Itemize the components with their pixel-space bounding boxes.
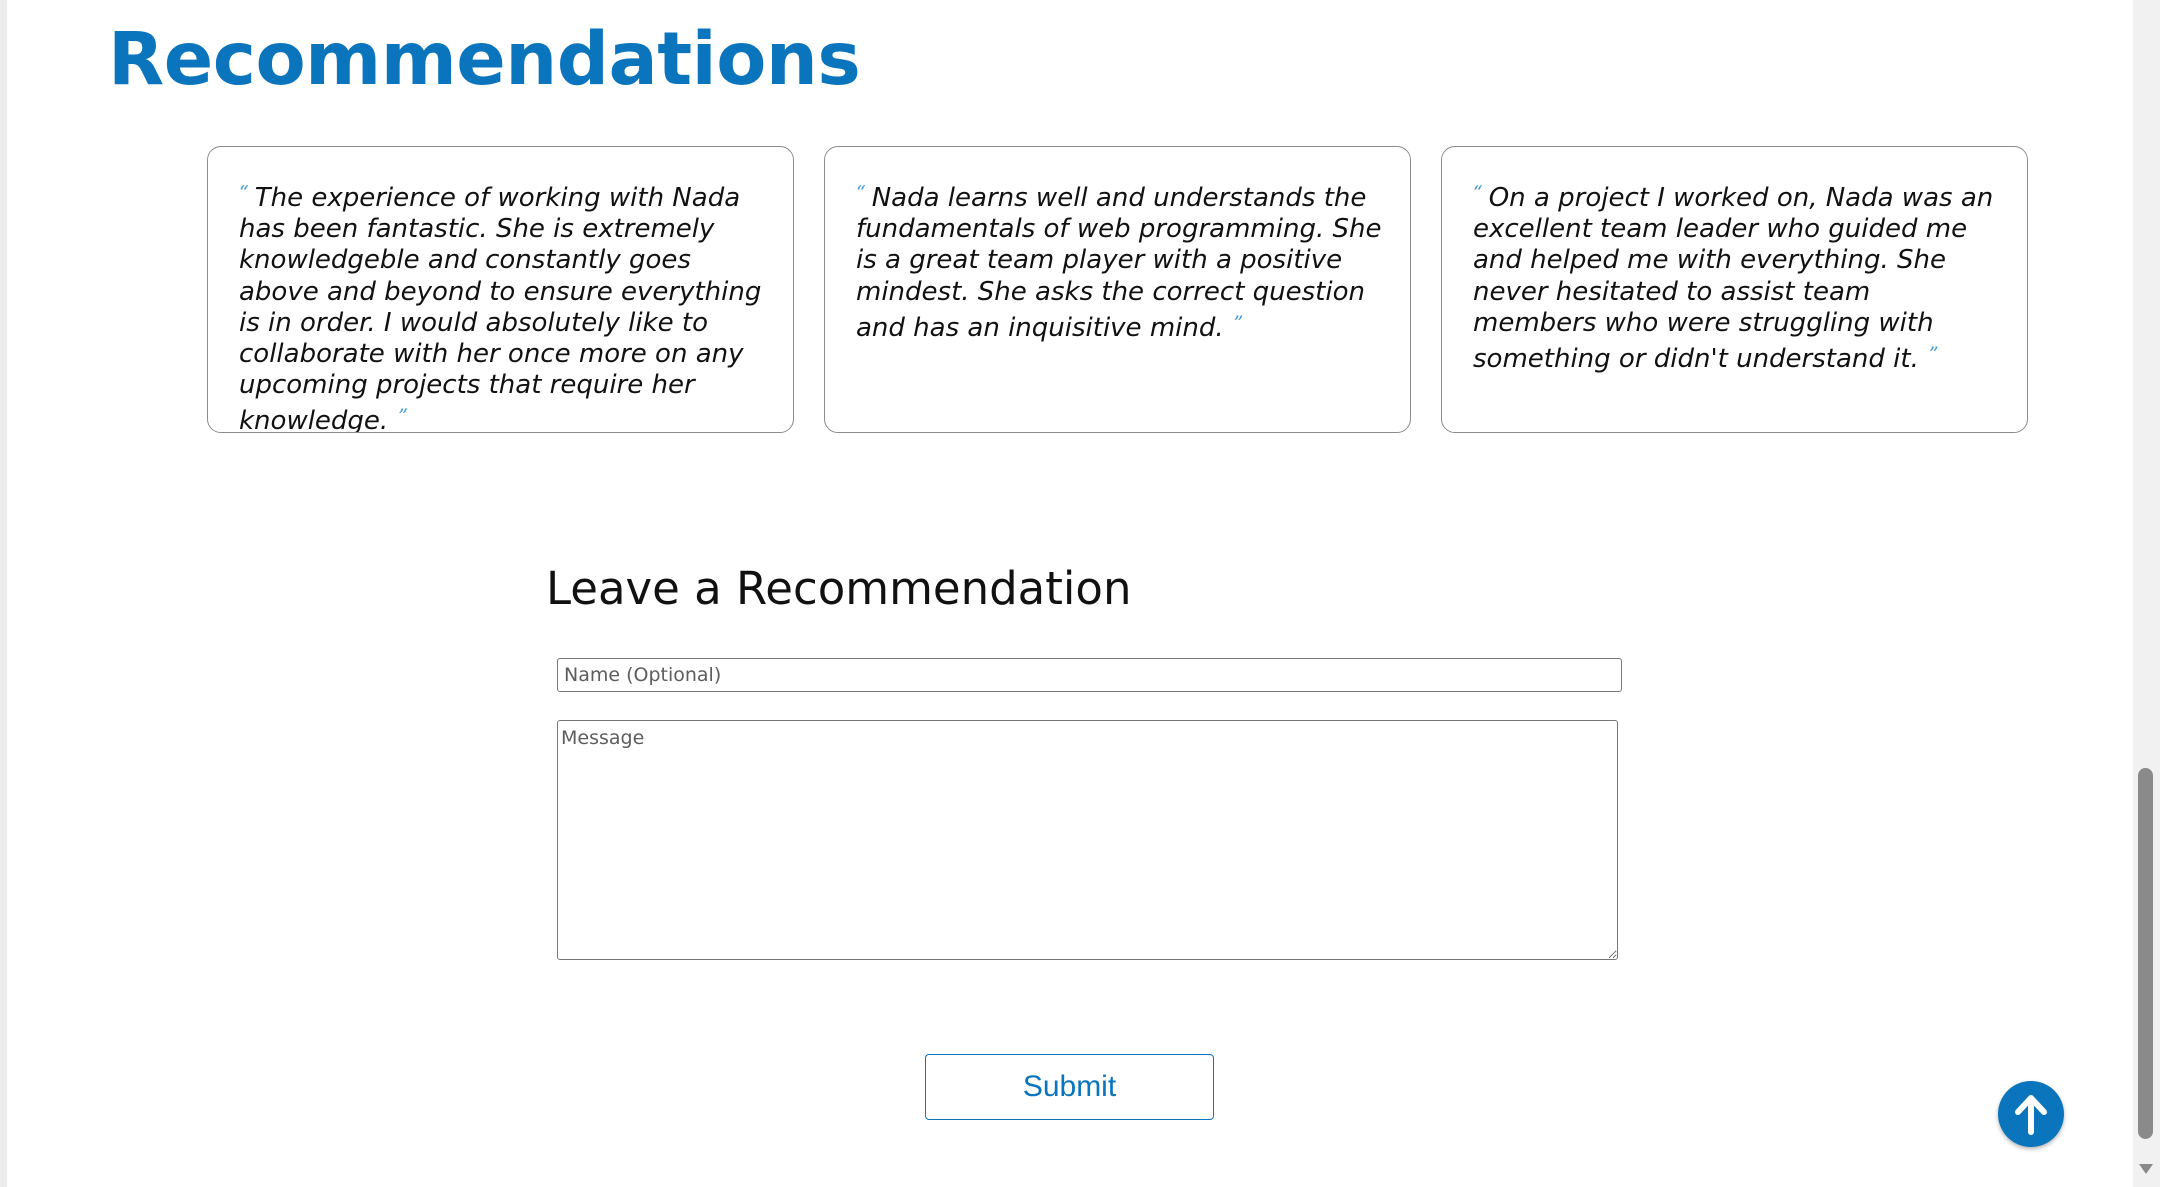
close-quote-icon: ”	[1233, 311, 1244, 334]
scroll-down-arrow-icon[interactable]	[2139, 1164, 2153, 1174]
section-title: Recommendations	[108, 17, 861, 102]
name-input[interactable]	[557, 658, 1622, 692]
scrollbar-thumb[interactable]	[2138, 768, 2153, 1139]
recommendation-text: “On a project I worked on, Nada was an e…	[1473, 178, 1999, 375]
scroll-to-top-button[interactable]	[1998, 1081, 2064, 1147]
open-quote-icon: “	[856, 182, 866, 204]
recommendation-body: On a project I worked on, Nada was an ex…	[1473, 183, 1994, 375]
close-quote-icon: ”	[1928, 343, 1939, 366]
message-textarea[interactable]	[557, 720, 1618, 960]
submit-button[interactable]: Submit	[925, 1054, 1214, 1120]
form-title: Leave a Recommendation	[546, 562, 1132, 615]
recommendation-body: Nada learns well and understands the fun…	[856, 183, 1382, 343]
recommendation-text: “The experience of working with Nada has…	[239, 178, 765, 433]
arrow-up-icon	[2015, 1095, 2047, 1135]
recommendation-card: “The experience of working with Nada has…	[207, 146, 794, 433]
recommendation-text: “Nada learns well and understands the fu…	[856, 178, 1382, 344]
page-left-edge	[0, 0, 7, 1187]
close-quote-icon: ”	[398, 405, 408, 428]
recommendation-card: “Nada learns well and understands the fu…	[824, 146, 1411, 433]
open-quote-icon: “	[1473, 182, 1483, 204]
recommendation-card: “On a project I worked on, Nada was an e…	[1441, 146, 2028, 433]
open-quote-icon: “	[239, 182, 249, 204]
recommendation-body: The experience of working with Nada has …	[239, 183, 762, 433]
recommendations-list: “The experience of working with Nada has…	[207, 146, 2028, 433]
